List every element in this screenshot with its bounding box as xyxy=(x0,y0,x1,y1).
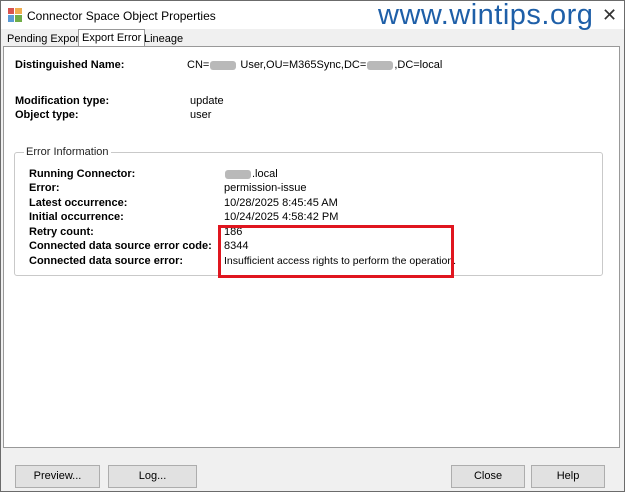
running-connector-label: Running Connector: xyxy=(29,168,136,180)
tab-export-error[interactable]: Export Error xyxy=(78,29,146,46)
highlight-box xyxy=(218,225,454,278)
modification-type-label: Modification type: xyxy=(15,95,110,107)
close-window-icon[interactable]: ✕ xyxy=(602,5,617,26)
initial-occurrence-label: Initial occurrence: xyxy=(29,211,124,223)
title-bar: Connector Space Object Properties www.wi… xyxy=(1,0,624,31)
distinguished-name-label: Distinguished Name: xyxy=(15,59,125,71)
window-title: Connector Space Object Properties xyxy=(27,9,216,23)
close-button[interactable]: Close xyxy=(451,465,525,488)
object-type-label: Object type: xyxy=(15,109,79,121)
error-label: Error: xyxy=(29,182,60,194)
tab-pending-export[interactable]: Pending Export xyxy=(4,32,85,46)
error-information-title: Error Information xyxy=(24,146,111,158)
initial-occurrence-value: 10/24/2025 4:58:42 PM xyxy=(224,211,339,223)
latest-occurrence-label: Latest occurrence: xyxy=(29,197,128,209)
tab-lineage[interactable]: Lineage xyxy=(141,32,186,46)
tab-strip: Pending Export Export Error Lineage xyxy=(1,29,624,47)
modification-type-value: update xyxy=(190,95,224,107)
redacted-blur xyxy=(225,169,251,179)
error-value: permission-issue xyxy=(224,182,307,194)
object-type-value: user xyxy=(190,109,212,121)
log-button[interactable]: Log... xyxy=(108,465,197,488)
redacted-blur xyxy=(210,60,237,70)
tab-panel: Distinguished Name: CN= User,OU=M365Sync… xyxy=(3,46,620,448)
watermark-text: www.wintips.org xyxy=(378,0,594,31)
error-text-label: Connected data source error: xyxy=(29,255,184,267)
latest-occurrence-value: 10/28/2025 8:45:45 AM xyxy=(224,197,338,209)
running-connector-value: .local xyxy=(224,168,278,180)
preview-button[interactable]: Preview... xyxy=(15,465,100,488)
help-button[interactable]: Help xyxy=(531,465,605,488)
properties-window: Connector Space Object Properties www.wi… xyxy=(0,0,625,492)
app-icon xyxy=(8,8,22,22)
button-bar: Preview... Log... Close Help xyxy=(1,448,624,491)
error-code-label: Connected data source error code: xyxy=(29,240,212,252)
redacted-blur xyxy=(367,60,394,70)
distinguished-name-value: CN= User,OU=M365Sync,DC= ,DC=local xyxy=(187,59,443,71)
retry-count-label: Retry count: xyxy=(29,226,94,238)
